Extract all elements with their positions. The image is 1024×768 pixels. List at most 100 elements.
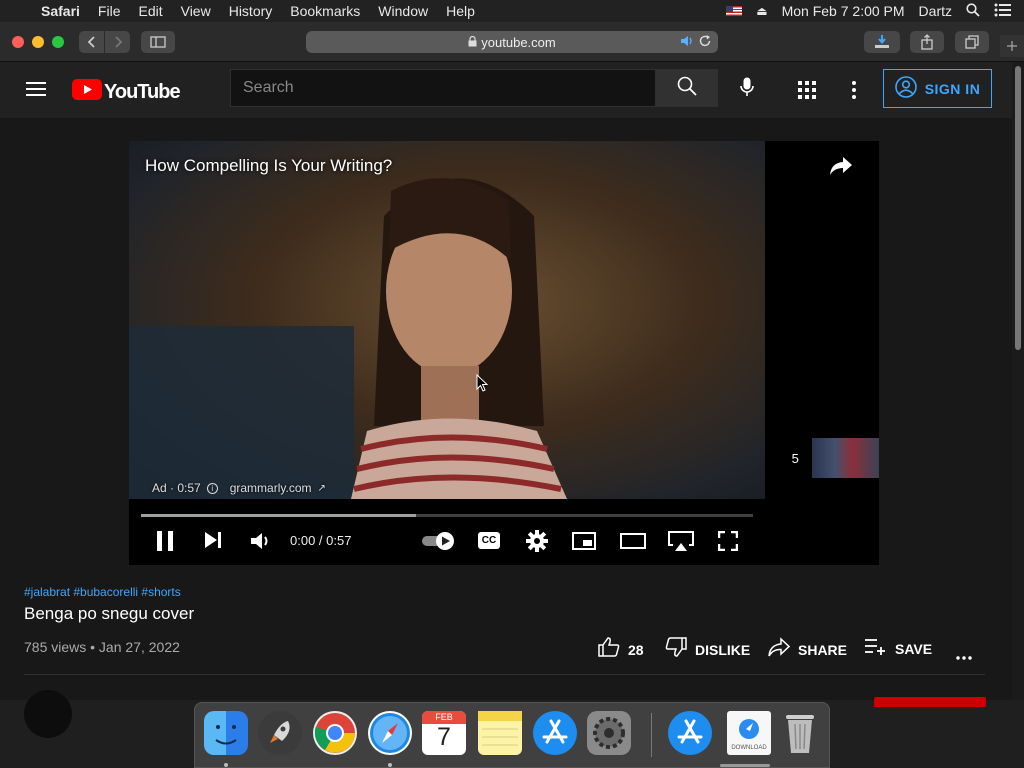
like-count: 28	[628, 641, 644, 658]
video-player[interactable]: How Compelling Is Your Writing? Ad · 0:5…	[129, 141, 879, 565]
more-actions-icon[interactable]	[956, 647, 972, 665]
youtube-header: YouTube Search SIGN IN	[0, 62, 1012, 118]
system-preferences-icon[interactable]	[587, 711, 631, 755]
search-button[interactable]	[655, 69, 718, 107]
forward-button[interactable]	[105, 31, 130, 53]
chrome-icon[interactable]	[313, 711, 357, 755]
share-page-button[interactable]	[910, 31, 944, 53]
like-button[interactable]: 28	[598, 637, 644, 662]
hamburger-menu-icon[interactable]	[26, 81, 46, 102]
eject-icon[interactable]: ⏏	[756, 4, 767, 18]
menu-view[interactable]: View	[172, 3, 220, 19]
new-tab-button[interactable]	[1000, 35, 1024, 57]
lock-icon	[468, 35, 477, 50]
ad-video-thumbnail	[129, 178, 567, 499]
sidebar-toggle-button[interactable]	[141, 31, 175, 53]
voice-search-button[interactable]	[733, 76, 761, 102]
tab-overview-button[interactable]	[955, 31, 989, 53]
control-center-icon[interactable]	[994, 3, 1012, 20]
fullscreen-icon[interactable]	[717, 530, 739, 556]
menubar-user[interactable]: Dartz	[919, 3, 952, 19]
share-arrow-icon[interactable]	[829, 156, 853, 181]
ad-info-icon[interactable]: i	[206, 482, 218, 494]
save-button[interactable]: SAVE	[865, 637, 932, 660]
macos-menubar: Safari File Edit View History Bookmarks …	[0, 0, 1024, 22]
zoom-window-icon[interactable]	[52, 36, 64, 48]
calendar-icon[interactable]: FEB 7	[422, 711, 466, 755]
theater-mode-icon[interactable]	[620, 532, 646, 555]
settings-gear-icon[interactable]	[526, 530, 548, 557]
video-title: Benga po snegu cover	[24, 604, 195, 623]
subscribe-button-edge[interactable]	[874, 697, 986, 707]
downloads-button[interactable]	[864, 31, 900, 53]
account-circle-icon	[894, 76, 917, 101]
pause-icon[interactable]	[156, 531, 174, 556]
divider	[24, 674, 985, 675]
url-text: youtube.com	[481, 34, 556, 50]
more-settings-icon[interactable]	[852, 81, 856, 104]
skip-ad-preview[interactable]: 5	[785, 438, 879, 478]
menu-help[interactable]: Help	[437, 3, 484, 19]
safari-running-indicator	[388, 763, 392, 767]
miniplayer-icon[interactable]	[572, 531, 596, 556]
safari-toolbar: youtube.com	[0, 22, 1024, 62]
scrollbar-thumb[interactable]	[1015, 66, 1021, 350]
ad-video-frame[interactable]: How Compelling Is Your Writing? Ad · 0:5…	[129, 141, 765, 499]
share-label: SHARE	[798, 641, 848, 658]
safari-compass-icon[interactable]	[368, 711, 412, 755]
menubar-clock[interactable]: Mon Feb 7 2:00 PM	[782, 3, 905, 19]
reload-icon[interactable]	[698, 34, 712, 51]
menu-app-name[interactable]: Safari	[32, 3, 89, 19]
menu-file[interactable]: File	[89, 3, 130, 19]
input-source-flag-icon[interactable]	[726, 6, 743, 16]
subtitles-cc-button[interactable]: CC	[478, 532, 500, 549]
next-video-thumbnail	[811, 438, 879, 478]
volume-icon[interactable]	[250, 531, 272, 556]
menu-edit[interactable]: Edit	[129, 3, 171, 19]
close-window-icon[interactable]	[12, 36, 24, 48]
video-hashtags[interactable]: #jalabrat #bubacorelli #shorts	[24, 585, 181, 599]
search-placeholder: Search	[243, 79, 294, 96]
share-button[interactable]: SHARE	[768, 637, 847, 662]
menu-history[interactable]: History	[220, 3, 282, 19]
notes-icon[interactable]	[478, 711, 522, 755]
sign-in-button[interactable]: SIGN IN	[883, 69, 992, 108]
dislike-button[interactable]: DISLIKE	[665, 637, 750, 662]
download-file-label: DOWNLOAD	[731, 745, 767, 751]
search-icon	[677, 76, 697, 101]
channel-avatar[interactable]	[24, 690, 72, 738]
watch-page: How Compelling Is Your Writing? Ad · 0:5…	[0, 118, 1012, 738]
minimize-window-icon[interactable]	[32, 36, 44, 48]
share-icon	[768, 637, 791, 662]
ad-title[interactable]: How Compelling Is Your Writing?	[145, 156, 392, 176]
airplay-icon[interactable]	[667, 530, 695, 557]
menu-window[interactable]: Window	[369, 3, 437, 19]
microphone-icon	[740, 77, 754, 102]
app-store-download-icon[interactable]	[668, 711, 712, 755]
macos-dock: FEB 7 DOWNLOAD	[194, 702, 830, 768]
menu-bookmarks[interactable]: Bookmarks	[281, 3, 369, 19]
autoplay-toggle[interactable]	[421, 531, 457, 556]
back-button[interactable]	[79, 31, 104, 53]
downloads-folder-icon[interactable]: DOWNLOAD	[727, 711, 771, 755]
search-input[interactable]: Search	[230, 69, 656, 107]
dock-separator	[651, 713, 652, 757]
page-scrollbar[interactable]	[1012, 62, 1024, 700]
skip-ad-countdown: 5	[791, 450, 799, 466]
dock-resize-handle[interactable]	[720, 764, 770, 767]
next-video-icon[interactable]	[204, 531, 222, 554]
spotlight-search-icon[interactable]	[966, 2, 980, 20]
external-link-icon[interactable]: ↗	[318, 483, 326, 494]
address-bar[interactable]: youtube.com	[306, 31, 718, 53]
apps-grid-icon[interactable]	[798, 81, 816, 104]
trash-icon[interactable]	[778, 711, 822, 755]
audio-playing-icon[interactable]	[680, 34, 694, 51]
finder-icon[interactable]	[204, 711, 248, 755]
app-store-icon[interactable]	[533, 711, 577, 755]
progress-bar[interactable]	[141, 514, 753, 517]
thumbs-down-icon	[665, 637, 687, 662]
ad-domain-link[interactable]: grammarly.com	[230, 481, 312, 495]
launchpad-rocket-icon[interactable]	[258, 711, 302, 755]
youtube-logo[interactable]: YouTube	[72, 79, 181, 105]
ad-label: Ad · 0:57	[152, 481, 201, 495]
